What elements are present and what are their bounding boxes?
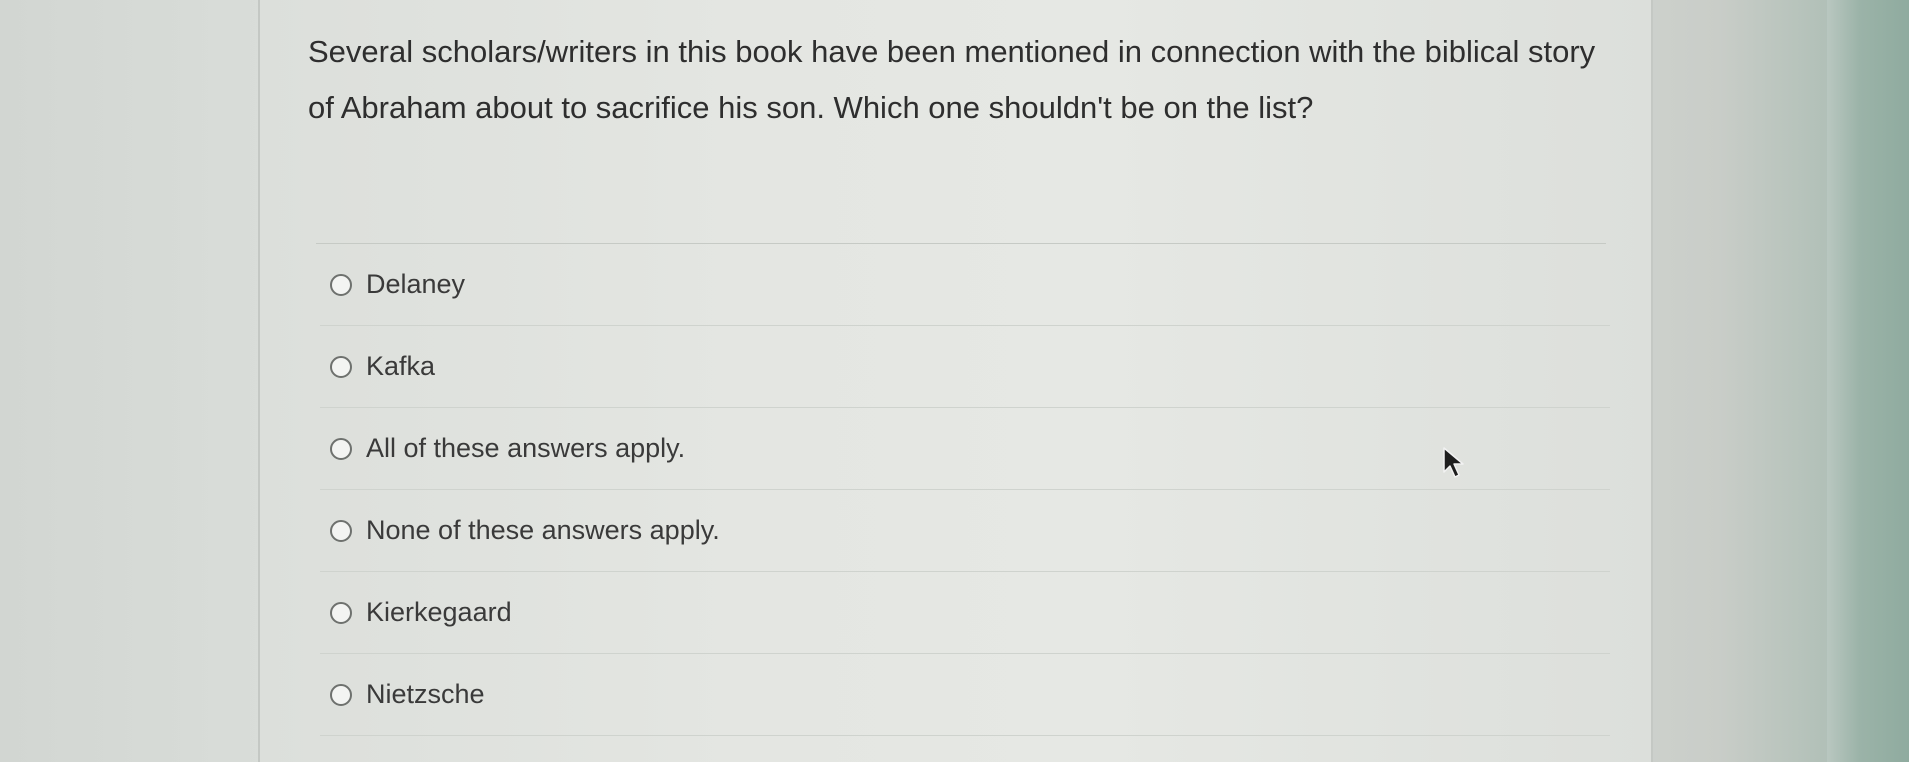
- radio-button-icon[interactable]: [330, 683, 352, 706]
- answer-option-nietzsche[interactable]: Nietzsche: [320, 654, 1610, 736]
- answer-option-none-apply[interactable]: None of these answers apply.: [320, 490, 1610, 572]
- radio-button-icon[interactable]: [330, 601, 352, 624]
- radio-button-icon[interactable]: [330, 437, 352, 460]
- screen-edge: [1827, 0, 1909, 762]
- answer-label: Delaney: [366, 269, 466, 299]
- radio-button-icon[interactable]: [330, 273, 352, 296]
- radio-button-icon[interactable]: [330, 355, 352, 378]
- answer-label: Kafka: [366, 351, 436, 381]
- quiz-question-card: Several scholars/writers in this book ha…: [258, 0, 1653, 762]
- answer-label: Kierkegaard: [366, 597, 512, 627]
- question-text: Several scholars/writers in this book ha…: [308, 34, 1596, 125]
- answer-option-kafka[interactable]: Kafka: [320, 326, 1610, 408]
- answer-label: Nietzsche: [366, 679, 485, 709]
- answer-option-delaney[interactable]: Delaney: [320, 244, 1610, 326]
- answer-label: None of these answers apply.: [366, 515, 720, 545]
- answer-option-kierkegaard[interactable]: Kierkegaard: [320, 572, 1610, 654]
- answer-list: Delaney Kafka All of these answers apply…: [320, 244, 1610, 736]
- mouse-pointer-icon: [1443, 447, 1464, 478]
- answer-option-all-apply[interactable]: All of these answers apply.: [320, 408, 1610, 490]
- answer-label: All of these answers apply.: [366, 433, 686, 463]
- radio-button-icon[interactable]: [330, 519, 352, 542]
